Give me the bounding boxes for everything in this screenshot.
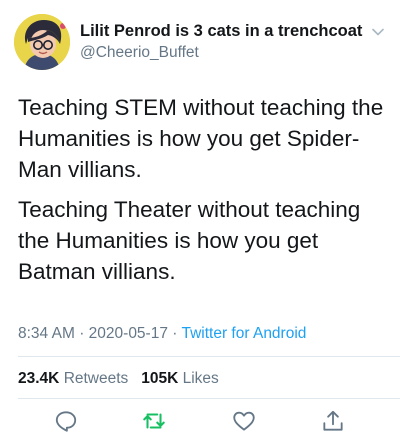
retweets-label: Retweets — [63, 370, 129, 387]
tweet-date[interactable]: 2020-05-17 — [89, 325, 168, 342]
tweet-meta: 8:34 AM · 2020-05-17 · Twitter for Andro… — [18, 325, 306, 343]
user-names: Lilit Penrod is 3 cats in a trenchcoat @… — [80, 22, 362, 62]
display-name[interactable]: Lilit Penrod is 3 cats in a trenchcoat — [80, 22, 362, 41]
share-icon[interactable] — [320, 408, 346, 434]
likes-count: 105K — [141, 370, 179, 387]
likes-label: Likes — [182, 370, 219, 387]
retweets-count: 23.4K — [18, 370, 60, 387]
retweets-stat[interactable]: 23.4K Retweets — [18, 370, 128, 387]
tweet-header: Lilit Penrod is 3 cats in a trenchcoat @… — [14, 14, 386, 72]
user-handle[interactable]: @Cheerio_Buffet — [80, 44, 362, 62]
tweet-paragraph: Teaching STEM without teaching the Human… — [18, 95, 384, 182]
tweet-time[interactable]: 8:34 AM — [18, 325, 75, 342]
tweet-source-link[interactable]: Twitter for Android — [181, 325, 306, 342]
tweet-stats: 23.4K Retweets 105K Likes — [18, 370, 219, 388]
avatar[interactable] — [14, 14, 70, 70]
like-icon[interactable] — [231, 408, 257, 434]
divider — [18, 398, 400, 399]
reply-icon[interactable] — [53, 408, 79, 434]
avatar-illustration — [14, 14, 70, 70]
tweet-text: Teaching STEM without teaching the Human… — [18, 92, 388, 287]
tweet-actions — [0, 408, 400, 438]
chevron-down-icon[interactable] — [370, 24, 386, 40]
likes-stat[interactable]: 105K Likes — [141, 370, 219, 387]
retweet-icon[interactable] — [141, 408, 167, 434]
meta-separator: · — [172, 325, 178, 342]
meta-separator: · — [79, 325, 85, 342]
divider — [18, 356, 400, 357]
tweet-paragraph: Teaching Theater without teaching the Hu… — [18, 197, 361, 284]
